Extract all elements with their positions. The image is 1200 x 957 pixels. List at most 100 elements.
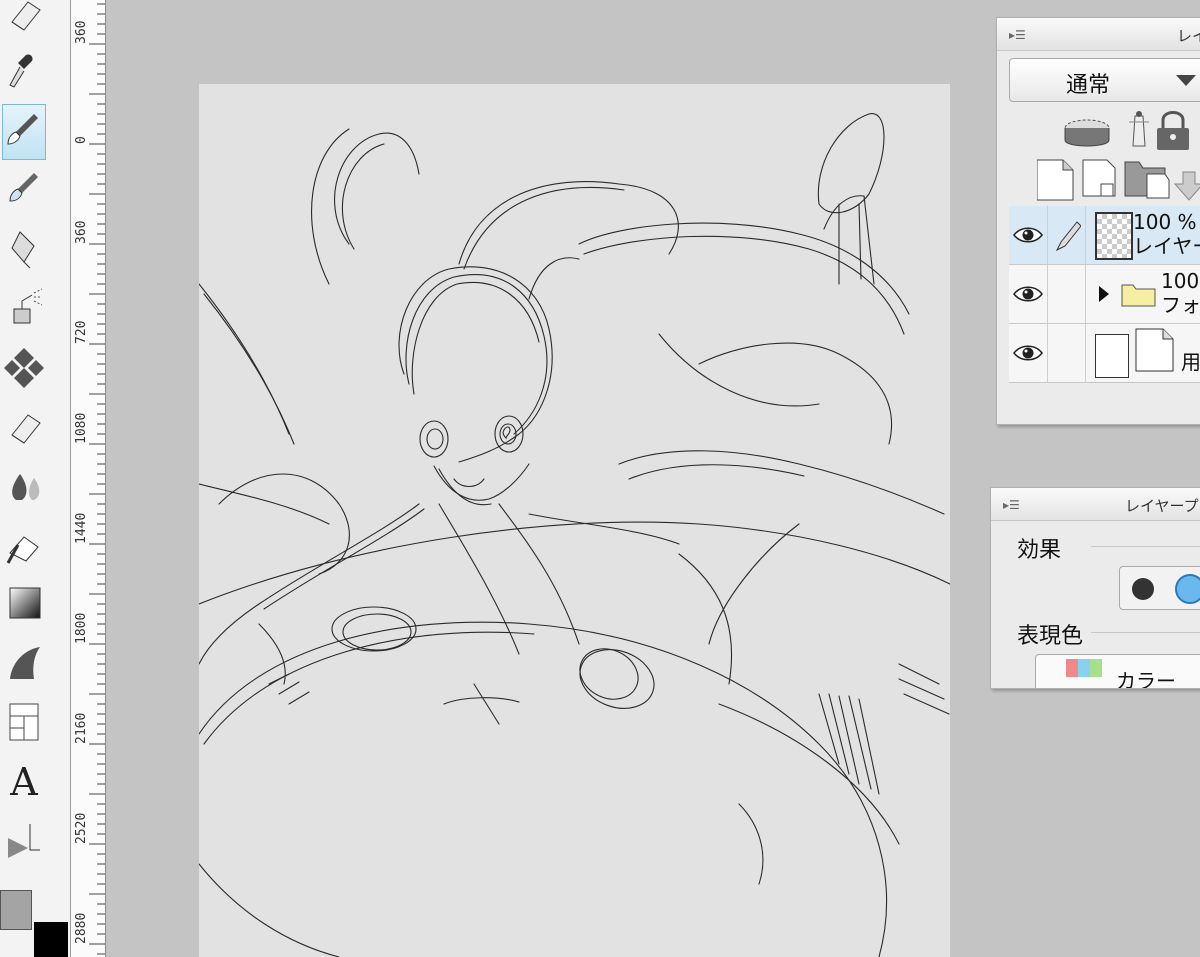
panel-menu-icon[interactable]: ▸☰ — [1003, 498, 1020, 512]
drawing-canvas[interactable] — [199, 84, 950, 957]
layer-row-folder[interactable]: 100 フォ — [1009, 265, 1200, 324]
divider — [1091, 546, 1200, 547]
ruler-label: 360 — [74, 20, 89, 44]
layer-row-paper[interactable]: 用 — [1009, 324, 1200, 383]
layer-property-panel: ▸☰ レイヤープ 効果 表現色 カラー — [990, 487, 1200, 689]
row-separator — [1085, 206, 1086, 264]
color-mode-icon — [1066, 659, 1102, 677]
text-icon: A — [9, 760, 38, 803]
gradient-tool[interactable] — [2, 576, 46, 632]
ruler-label: 2520 — [74, 812, 89, 844]
effect-label: 効果 — [1017, 538, 1062, 563]
watercolor-brush-icon — [9, 173, 38, 202]
text-tool[interactable]: A — [2, 753, 46, 809]
eraser-top-tool[interactable] — [2, 0, 46, 42]
row-separator — [1047, 206, 1048, 264]
blend-mode-select[interactable]: 通常 — [1009, 58, 1200, 102]
new-raster-layer-icon[interactable] — [1037, 159, 1074, 201]
eraser-icon — [11, 1, 41, 31]
operation-tool[interactable] — [2, 812, 46, 868]
blend-tool[interactable] — [2, 458, 46, 514]
border-effect-icon[interactable] — [1130, 576, 1156, 602]
clipping-icon[interactable] — [1064, 119, 1110, 147]
reference-layer-icon[interactable] — [1129, 111, 1149, 147]
effect-buttons — [1119, 566, 1200, 610]
ruler-label: 2160 — [74, 712, 89, 744]
row-separator — [1085, 265, 1086, 323]
row-separator — [1085, 324, 1086, 382]
brush-icon — [7, 114, 38, 145]
ruler-label: 2880 — [74, 912, 89, 944]
gradient-icon — [9, 587, 41, 619]
svg-text:A: A — [9, 760, 38, 803]
layer-panel-title: レイ — [1177, 27, 1200, 45]
frame-icon — [9, 703, 39, 741]
ruler-label: 1440 — [74, 512, 89, 544]
eraser-tool[interactable] — [2, 399, 46, 455]
figure-tool[interactable] — [2, 635, 46, 691]
bucket-icon — [6, 536, 39, 564]
ruler-label: 0 — [74, 136, 89, 144]
layer-row-selected[interactable]: 100 % レイヤー — [1009, 206, 1200, 265]
ruler-label: 1800 — [74, 612, 89, 644]
ruler-label: 360 — [74, 220, 89, 244]
pen-icon — [1055, 221, 1081, 252]
layer-opacity: 100 % — [1133, 210, 1197, 234]
decoration-icon — [4, 348, 44, 388]
property-panel-title: レイヤープ — [1125, 497, 1199, 515]
expression-color-value: カラー — [1116, 669, 1176, 689]
paper-layer-name: 用 — [1181, 350, 1200, 374]
eye-icon[interactable] — [1013, 342, 1043, 364]
sketch-drawing — [199, 113, 950, 957]
airbrush-icon — [13, 288, 43, 324]
blend-mode-value: 通常 — [1066, 73, 1111, 98]
vertical-ruler: 360 0 360 720 1080 1440 1800 2160 2520 2880 — [71, 0, 106, 957]
figure-icon — [10, 647, 40, 679]
layer-panel: ▸☰ レイ 通常 100 % レイヤー 100 フォ — [996, 17, 1200, 425]
new-vector-layer-icon[interactable] — [1082, 159, 1116, 197]
ruler-label: 1080 — [74, 412, 89, 444]
sub-color-swatch[interactable] — [34, 922, 68, 957]
paper-thumbnail — [1095, 334, 1129, 378]
folder-name: フォ — [1161, 293, 1200, 317]
operation-icon — [8, 824, 40, 858]
watercolor-brush-tool[interactable] — [2, 163, 46, 219]
folder-opacity: 100 — [1161, 269, 1200, 293]
layer-name: レイヤー — [1133, 234, 1200, 258]
panel-menu-icon[interactable]: ▸☰ — [1009, 28, 1026, 42]
fill-tool[interactable] — [2, 517, 46, 573]
ruler-label: 720 — [74, 320, 89, 344]
expression-color-label: 表現色 — [1017, 624, 1084, 649]
layer-panel-title-bar[interactable]: ▸☰ レイ — [997, 18, 1200, 51]
layer-mode-icons — [1064, 111, 1189, 151]
pen-icon — [11, 231, 35, 269]
brush-tool[interactable] — [2, 104, 46, 160]
row-separator — [1047, 324, 1048, 382]
tool-palette: A — [0, 0, 71, 957]
airbrush-tool[interactable] — [2, 281, 46, 337]
eraser-icon — [11, 414, 41, 444]
lock-icon[interactable] — [1157, 111, 1189, 151]
eye-icon[interactable] — [1013, 224, 1043, 246]
expand-triangle-icon[interactable] — [1097, 285, 1111, 303]
chevron-down-icon — [1176, 75, 1196, 86]
layer-color-effect-icon[interactable] — [1174, 573, 1200, 605]
property-panel-title-bar[interactable]: ▸☰ レイヤープ — [991, 488, 1200, 521]
layer-thumbnail — [1095, 212, 1133, 260]
folder-icon — [1121, 284, 1156, 307]
eye-icon[interactable] — [1013, 283, 1043, 305]
divider — [1091, 632, 1200, 633]
decoration-tool[interactable] — [2, 340, 46, 396]
merge-down-icon[interactable] — [1173, 171, 1200, 201]
eyedropper-tool[interactable] — [2, 45, 46, 101]
row-separator — [1047, 265, 1048, 323]
expression-color-select[interactable]: カラー — [1035, 654, 1200, 689]
pen-tool[interactable] — [2, 222, 46, 278]
layer-action-icons — [1037, 159, 1200, 201]
paper-icon — [1135, 328, 1174, 372]
eyedropper-icon — [9, 54, 33, 88]
frame-border-tool[interactable] — [2, 694, 46, 750]
blend-icon — [12, 474, 40, 500]
main-color-swatch[interactable] — [0, 890, 32, 930]
new-folder-icon[interactable] — [1124, 161, 1170, 199]
